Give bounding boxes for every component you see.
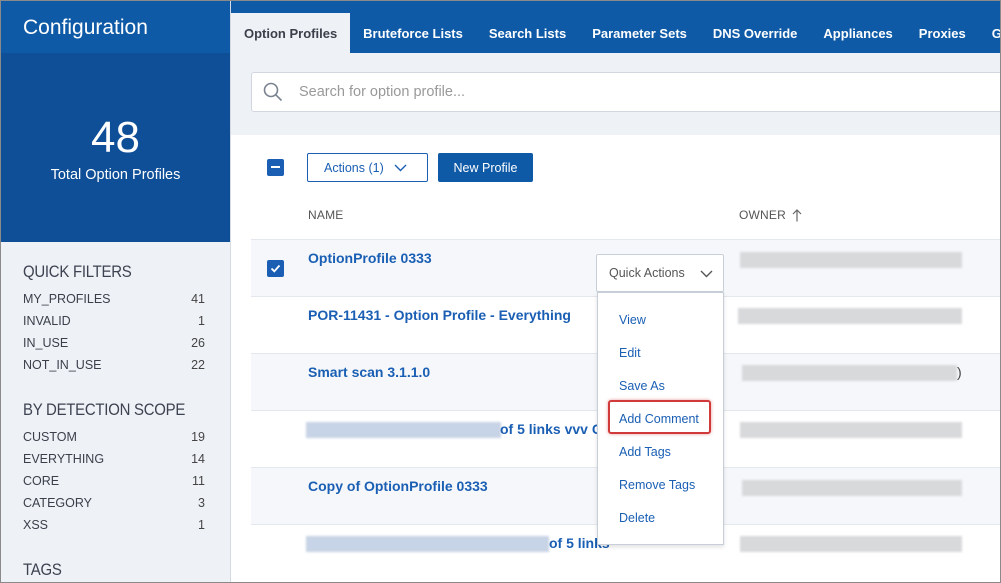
actions-label: Actions (1) (324, 160, 384, 175)
filter-label: CUSTOM (23, 430, 77, 444)
sort-ascending-icon (792, 208, 802, 221)
profile-name-link[interactable]: POR-11431 - Option Profile - Everything (308, 307, 571, 323)
owner-redacted (740, 536, 962, 552)
owner-redacted (738, 308, 962, 324)
menu-item-delete[interactable]: Delete (619, 511, 655, 525)
filter-count: 26 (191, 336, 205, 350)
filter-invalid[interactable]: INVALID 1 (1, 310, 230, 332)
filter-count: 3 (198, 496, 205, 510)
menu-item-add-comment[interactable]: Add Comment (619, 412, 699, 426)
owner-suffix: ) (957, 364, 962, 380)
tab-bar: Option Profiles Bruteforce Lists Search … (231, 1, 1000, 53)
tab-bruteforce-lists[interactable]: Bruteforce Lists (350, 13, 476, 53)
name-redacted (306, 536, 549, 552)
filter-count: 1 (198, 518, 205, 532)
new-profile-button[interactable]: New Profile (438, 153, 533, 182)
filter-count: 19 (191, 430, 205, 444)
menu-item-remove-tags[interactable]: Remove Tags (619, 478, 695, 492)
filter-count: 1 (198, 314, 205, 328)
profile-count-panel: 48 Total Option Profiles (1, 53, 230, 242)
filter-label: CORE (23, 474, 60, 488)
filter-label: XSS (23, 518, 49, 532)
main-content: Actions (1) New Profile NAME OWNER Optio… (231, 53, 1000, 582)
app-title: Configuration (1, 1, 230, 53)
profile-name-link[interactable]: of 5 links vvv C (500, 421, 602, 437)
profile-count: 48 (91, 113, 140, 162)
filter-count: 41 (191, 292, 205, 306)
column-header-owner[interactable]: OWNER (739, 208, 802, 222)
toolbar: Actions (1) New Profile (231, 153, 1000, 183)
checkmark-icon (270, 264, 281, 273)
search-icon (263, 82, 283, 102)
chevron-down-icon (394, 164, 407, 172)
quick-filters-heading: QUICK FILTERS (23, 262, 132, 281)
menu-item-add-tags[interactable]: Add Tags (619, 445, 671, 459)
tab-parameter-sets[interactable]: Parameter Sets (579, 13, 700, 53)
column-header-owner-label: OWNER (739, 208, 786, 222)
app-window: Configuration 48 Total Option Profiles Q… (0, 0, 1001, 583)
filter-label: MY_PROFILES (23, 292, 111, 306)
sidebar: Configuration 48 Total Option Profiles Q… (1, 1, 231, 582)
tab-search-lists[interactable]: Search Lists (476, 13, 579, 53)
column-header-name[interactable]: NAME (308, 208, 343, 222)
owner-redacted (742, 365, 957, 381)
filter-in-use[interactable]: IN_USE 26 (1, 332, 230, 354)
quick-actions-dropdown[interactable]: Quick Actions (596, 254, 724, 292)
menu-item-edit[interactable]: Edit (619, 346, 641, 360)
owner-redacted (742, 480, 962, 496)
filter-everything[interactable]: EVERYTHING 14 (1, 448, 230, 470)
quick-actions-label: Quick Actions (609, 266, 685, 280)
search-band (231, 53, 1000, 135)
search-input[interactable] (299, 84, 899, 100)
filter-label: EVERYTHING (23, 452, 105, 466)
menu-item-save-as[interactable]: Save As (619, 379, 665, 393)
menu-item-view[interactable]: View (619, 313, 646, 327)
row-checkbox[interactable] (267, 260, 284, 277)
detection-scope-heading: BY DETECTION SCOPE (23, 400, 186, 419)
filter-xss[interactable]: XSS 1 (1, 514, 230, 536)
tab-appliances[interactable]: Appliances (810, 13, 905, 53)
profile-count-label: Total Option Profiles (50, 167, 181, 183)
filter-label: NOT_IN_USE (23, 358, 102, 372)
filter-count: 14 (191, 452, 205, 466)
profile-name-link[interactable]: OptionProfile 0333 (308, 250, 432, 266)
chevron-down-icon (700, 270, 713, 278)
tags-heading: TAGS (23, 560, 62, 579)
owner-redacted (740, 422, 962, 438)
quick-actions-menu: View Edit Save As Add Comment Add Tags R… (597, 292, 724, 545)
tab-option-profiles[interactable]: Option Profiles (231, 13, 351, 53)
filter-category[interactable]: CATEGORY 3 (1, 492, 230, 514)
filter-label: INVALID (23, 314, 71, 328)
filter-not-in-use[interactable]: NOT_IN_USE 22 (1, 354, 230, 376)
tab-overflow[interactable]: G (979, 13, 1000, 53)
tab-dns-override[interactable]: DNS Override (700, 13, 811, 53)
select-all-checkbox[interactable] (267, 159, 284, 176)
filter-core[interactable]: CORE 11 (1, 470, 230, 492)
filter-custom[interactable]: CUSTOM 19 (1, 426, 230, 448)
name-redacted (306, 422, 501, 438)
filter-count: 11 (192, 474, 205, 488)
profile-name-link[interactable]: Copy of OptionProfile 0333 (308, 478, 488, 494)
filter-count: 22 (191, 358, 205, 372)
owner-redacted (740, 252, 962, 268)
filter-label: IN_USE (23, 336, 69, 350)
actions-dropdown[interactable]: Actions (1) (307, 153, 428, 182)
search-box[interactable] (251, 72, 1000, 112)
profile-name-link[interactable]: Smart scan 3.1.1.0 (308, 364, 430, 380)
tab-proxies[interactable]: Proxies (906, 13, 979, 53)
filter-label: CATEGORY (23, 496, 92, 510)
filter-my-profiles[interactable]: MY_PROFILES 41 (1, 288, 230, 310)
